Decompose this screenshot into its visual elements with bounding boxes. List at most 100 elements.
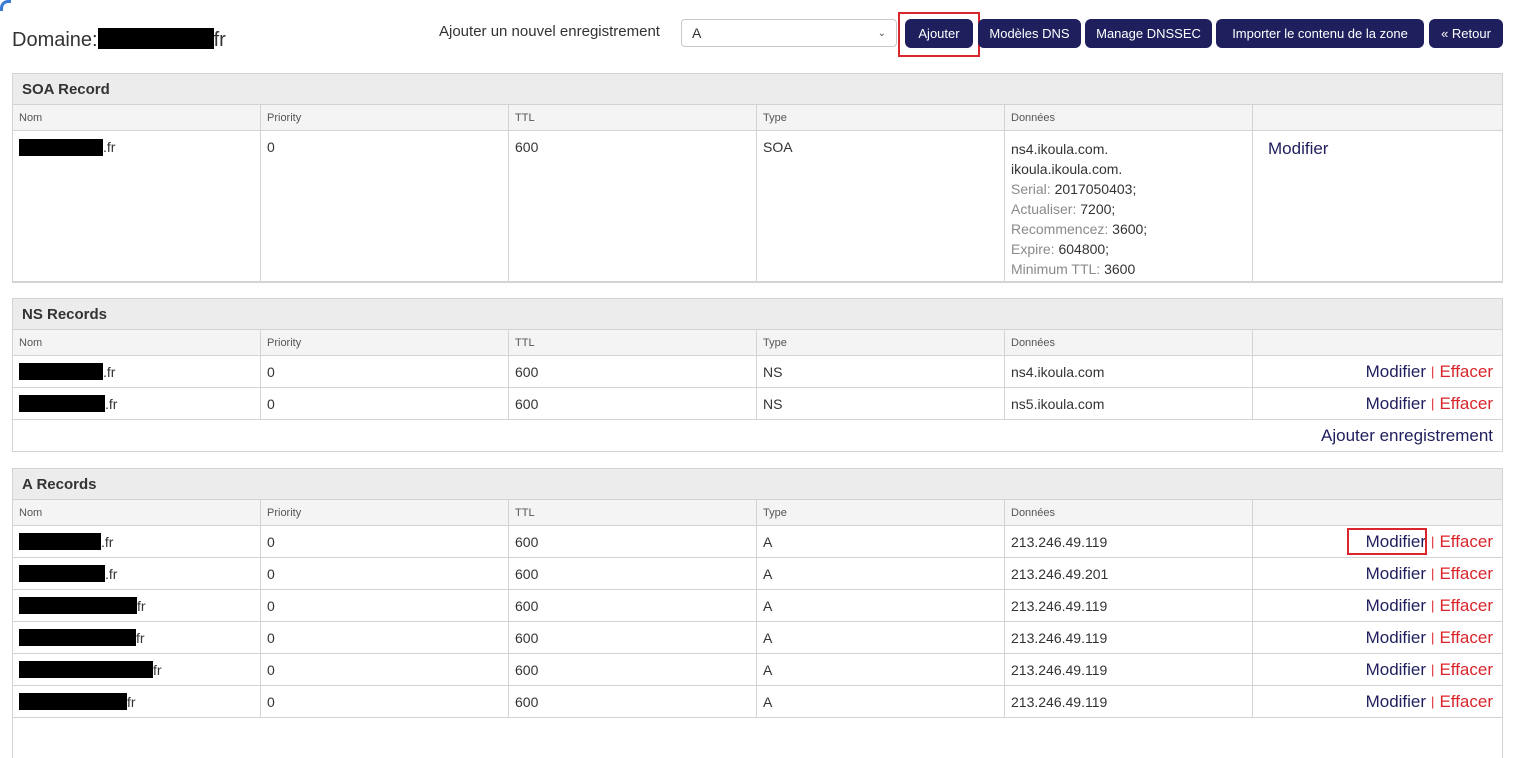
record-type-select[interactable]: A ⌄: [681, 19, 897, 47]
modify-link[interactable]: Modifier: [1366, 660, 1426, 680]
modify-link[interactable]: Modifier: [1366, 362, 1426, 382]
column-header-priority: Priority: [261, 330, 509, 356]
record-priority: 0: [261, 558, 509, 590]
record-type: A: [757, 558, 1005, 590]
record-type: SOA: [757, 131, 1005, 282]
soa-hostmaster: ikoula.ikoula.com.: [1011, 161, 1123, 177]
name-suffix: .fr: [101, 533, 114, 550]
record-type: NS: [757, 356, 1005, 388]
record-data: 213.246.49.119: [1005, 654, 1253, 686]
record-actions: Modifier: [1253, 131, 1502, 282]
name-suffix: .fr: [103, 363, 116, 380]
dns-templates-button[interactable]: Modèles DNS: [978, 19, 1081, 48]
delete-link[interactable]: Effacer: [1439, 532, 1493, 552]
a-records-panel: A Records Nom Priority TTL Type Données …: [12, 468, 1503, 758]
record-ttl: 600: [509, 388, 757, 420]
column-header-type: Type: [757, 330, 1005, 356]
soa-panel-title: SOA Record: [13, 74, 1502, 105]
record-type-value: A: [692, 25, 702, 41]
record-data: 213.246.49.119: [1005, 526, 1253, 558]
record-priority: 0: [261, 686, 509, 718]
modify-link-highlight: [1347, 528, 1427, 555]
column-header-type: Type: [757, 105, 1005, 131]
page-title: Domaine: fr: [12, 28, 226, 52]
ns-panel-title: NS Records: [13, 299, 1502, 330]
record-actions: Modifier | Effacer: [1253, 558, 1502, 590]
column-header-data: Données: [1005, 500, 1253, 526]
corner-accent: [0, 0, 11, 11]
record-priority: 0: [261, 388, 509, 420]
record-data: 213.246.49.119: [1005, 686, 1253, 718]
record-name: .fr: [13, 526, 261, 558]
delete-link[interactable]: Effacer: [1439, 394, 1493, 414]
action-separator: |: [1431, 662, 1435, 677]
a-table: Nom Priority TTL Type Données: [13, 500, 1502, 526]
modify-link[interactable]: Modifier: [1259, 139, 1328, 159]
delete-link[interactable]: Effacer: [1439, 362, 1493, 382]
delete-link[interactable]: Effacer: [1439, 596, 1493, 616]
record-actions: Modifier | Effacer: [1253, 686, 1502, 718]
add-record-label: Ajouter un nouvel enregistrement: [439, 23, 660, 40]
column-header-name: Nom: [13, 105, 261, 131]
delete-link[interactable]: Effacer: [1439, 692, 1493, 712]
modify-link[interactable]: Modifier: [1366, 596, 1426, 616]
domain-suffix: fr: [213, 29, 226, 51]
modify-link[interactable]: Modifier: [1366, 394, 1426, 414]
name-suffix: fr: [136, 629, 145, 646]
column-header-type: Type: [757, 500, 1005, 526]
record-name: .fr: [13, 388, 261, 420]
column-header-actions: [1253, 330, 1502, 356]
delete-link[interactable]: Effacer: [1439, 628, 1493, 648]
modify-link[interactable]: Modifier: [1366, 564, 1426, 584]
record-ttl: 600: [509, 654, 757, 686]
redacted-domain: [97, 28, 214, 49]
record-ttl: 600: [509, 131, 757, 282]
record-type: A: [757, 654, 1005, 686]
record-priority: 0: [261, 590, 509, 622]
column-header-name: Nom: [13, 330, 261, 356]
record-ttl: 600: [509, 590, 757, 622]
soa-record-panel: SOA Record Nom Priority TTL Type Données…: [12, 73, 1503, 283]
record-ttl: 600: [509, 686, 757, 718]
redacted-name: [19, 533, 101, 550]
ns-rows: .fr 0 600 NS ns4.ikoula.com Modifier | Effacer.…: [13, 356, 1502, 420]
table-row: fr 0 600 A 213.246.49.119 Modifier | Effacer: [13, 686, 1502, 718]
table-row: .fr 0 600 NS ns4.ikoula.com Modifier | Effacer: [13, 356, 1502, 388]
redacted-name: [19, 363, 103, 380]
modify-link[interactable]: Modifier: [1366, 628, 1426, 648]
record-data: ns5.ikoula.com: [1005, 388, 1253, 420]
page-header: Domaine: fr Ajouter un nouvel enregistrem…: [12, 0, 1503, 70]
record-data: ns4.ikoula.com: [1005, 356, 1253, 388]
import-zone-button[interactable]: Importer le contenu de la zone: [1216, 19, 1424, 48]
record-type: A: [757, 622, 1005, 654]
soa-table: Nom Priority TTL Type Données: [13, 105, 1502, 131]
action-separator: |: [1431, 598, 1435, 613]
add-button-highlight: [898, 12, 980, 57]
action-separator: |: [1431, 694, 1435, 709]
record-type: A: [757, 526, 1005, 558]
record-priority: 0: [261, 654, 509, 686]
delete-link[interactable]: Effacer: [1439, 660, 1493, 680]
record-name: .fr: [13, 558, 261, 590]
modify-link[interactable]: Modifier: [1366, 692, 1426, 712]
column-header-ttl: TTL: [509, 500, 757, 526]
name-suffix: fr: [153, 661, 162, 678]
add-record-link[interactable]: Ajouter enregistrement: [13, 420, 1502, 451]
a-panel-title: A Records: [13, 469, 1502, 500]
record-ttl: 600: [509, 356, 757, 388]
record-priority: 0: [261, 526, 509, 558]
manage-dnssec-button[interactable]: Manage DNSSEC: [1085, 19, 1212, 48]
back-button[interactable]: « Retour: [1429, 19, 1503, 48]
soa-min-ttl: Minimum TTL: 3600: [1011, 261, 1136, 277]
delete-link[interactable]: Effacer: [1439, 564, 1493, 584]
action-separator: |: [1431, 630, 1435, 645]
record-ttl: 600: [509, 622, 757, 654]
soa-serial: Serial: 2017050403;: [1011, 181, 1137, 197]
table-row: fr 0 600 A 213.246.49.119 Modifier | Effacer: [13, 654, 1502, 686]
record-priority: 0: [261, 131, 509, 282]
record-data: 213.246.49.119: [1005, 622, 1253, 654]
record-name: fr: [13, 622, 261, 654]
soa-expire: Expire: 604800;: [1011, 241, 1110, 257]
action-separator: |: [1431, 396, 1435, 411]
name-suffix: .fr: [105, 565, 118, 582]
